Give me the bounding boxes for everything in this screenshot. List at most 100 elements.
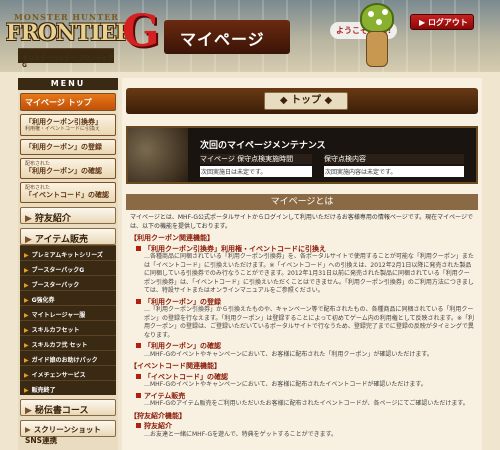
feature-title-text: 狩友紹介 [144,422,172,430]
maintenance-content-value: 次回実施内容は未定です。 [324,166,464,177]
main-content: ◆ トップ ◆ 次回のマイページメンテナンス マイページ 保守点検実施時間 保守… [122,78,482,450]
bullet-icon: ▶ [24,297,29,304]
content-title-bar: ◆ トップ ◆ [126,88,478,114]
game-logo[interactable]: MONSTER HUNTER FRONTIER G モンスターハンター フロンテ… [4,6,160,69]
subitem-label: プレミアムキットシリーズ [31,252,103,259]
bullet-icon: ▶ [24,387,29,394]
subitem-label: 販売終了 [31,387,56,394]
mushroom-hat [360,3,394,33]
site-header: MONSTER HUNTER FRONTIER G モンスターハンター フロンテ… [0,0,500,72]
feature-title[interactable]: 「利用クーポン」の確認 [136,342,474,351]
feature-title[interactable]: アイテム販売 [136,392,474,401]
event-check-title: 「イベントコード」の確認 [25,191,109,199]
feature-title[interactable]: 「イベントコード」の確認 [136,373,474,382]
sidebar-subitem[interactable]: ▶ G強化券 [20,290,116,305]
feature-description: …MHF-Gのイベントやキャンペーンにおいて、お客様に配布された「利用クーポン」… [144,350,433,358]
mascot-body [366,31,388,67]
bullet-icon: ▶ [24,357,29,364]
feature-title[interactable]: 「利用クーポン」の登録 [136,298,474,307]
diamond-icon: ◆ [279,95,288,106]
sidebar-item-mypage-top[interactable]: マイページ トップ [20,93,116,111]
sidebar-subitem[interactable]: ▶ マイトレージャー服 [20,305,116,320]
subitem-label: イメチェンサービス [31,372,86,379]
feature-description: …「利用クーポン引換券」から引換えたものや、キャンペーン等で配布されたもの、各種… [144,306,474,339]
chevron-right-icon: ▶ [25,235,32,245]
chevron-right-icon: ▶ [25,425,31,434]
sidebar-subitem[interactable]: ▶ 販売終了 [20,380,116,395]
square-bullet-icon [136,343,141,348]
secret-label: 秘伝書コース [34,406,89,416]
chevron-right-icon: ▶ [25,406,32,416]
content-title-text: トップ [291,95,321,106]
feature-description: …お友達と一緒にMHF-Gを遊んで、特典をゲットすることができます。 [144,430,338,438]
bullet-icon: ▶ [24,252,29,259]
maintenance-time-header: マイページ 保守点検実施時間 [200,154,312,164]
square-bullet-icon [136,392,141,398]
section-heading: 【利用クーポン関連機能】 [130,234,214,242]
subitem-label: G強化券 [31,297,55,304]
square-bullet-icon [136,423,141,428]
logo-sub-text: モンスターハンター フロンティアG [18,48,114,69]
feature-description: …MHF-Gのアイテム販売をご利用いただいたお客様に配布されたイベントコードが、… [144,400,469,407]
feature-description: …MHF-Gのイベントやキャンペーンにおいて、お客様に配布されたイベントコードが… [144,381,427,388]
maintenance-panel: 次回のマイページメンテナンス マイページ 保守点検実施時間 保守点検内容 次回実… [126,126,478,184]
sidebar-item-event-check[interactable]: 配布された 「イベントコード」の確認 [20,182,116,203]
coupon-exchange-subtitle: 利用権・イベントコードに引換え [25,126,101,132]
logout-arrow-icon: ▶ [419,18,428,27]
maintenance-content-header: 保守点検内容 [324,154,464,164]
sidebar-item-friend[interactable]: ▶ 狩友紹介 [20,207,116,224]
square-bullet-icon [136,373,141,379]
sidebar-subitem[interactable]: ▶ スキルカフセット [20,320,116,335]
coupon-exchange-title: 「利用クーポン引換券」 [25,118,102,126]
square-bullet-icon [136,298,141,304]
sidebar-item-secret[interactable]: ▶ 秘伝書コース [20,399,116,416]
square-bullet-icon [136,245,141,251]
about-section: マイページとは、MHF-G公式ポータルサイトからログインして利用いただけるお客様… [122,210,482,443]
sidebar-menu: MENU マイページ トップ 「利用クーポン引換券」 利用権・イベントコードに引… [18,78,118,450]
maintenance-title: 次回のマイページメンテナンス [200,141,326,151]
bullet-icon: ▶ [24,342,29,349]
sidebar-subitem[interactable]: ▶ ブースターパック [20,275,116,290]
sidebar-item-coupon-exchange[interactable]: 「利用クーポン引換券」 利用権・イベントコードに引換え [20,114,116,136]
about-header: マイページとは [126,194,478,210]
sidebar-item-coupon-register[interactable]: 「利用クーポン」の登録 [20,139,116,155]
subitem-label: ガイド娘のお助けパック [31,357,98,364]
chevron-right-icon: ▶ [25,214,32,224]
feature-title[interactable]: 狩友紹介 [136,422,474,431]
sidebar-subitem[interactable]: ▶ プレミアムキットシリーズ [20,245,116,260]
logout-button[interactable]: ▶ ログアウト [410,14,474,30]
maintenance-image [128,128,188,182]
feature-title-text: 「利用クーポン引換券」利用権・イベントコードに引換え [144,244,326,253]
section-heading: 【狩友紹介機能】 [130,411,186,420]
sidebar-item-sns[interactable]: ▶ スクリーンショットSNS連携 [20,420,116,445]
subitem-label: スキルカフ弐 セット [31,342,88,349]
sidebar-subitem[interactable]: ▶ ガイド娘のお助けパック [20,350,116,365]
sidebar-item-coupon-check[interactable]: 配布された 「利用クーポン」の確認 [20,158,116,179]
bullet-icon: ▶ [24,267,29,274]
bullet-icon: ▶ [24,312,29,319]
diamond-icon: ◆ [324,95,333,106]
feature-title-text: 「利用クーポン」の確認 [144,342,221,350]
sidebar-subitem[interactable]: ▶ スキルカフ弐 セット [20,335,116,350]
mascot-character-image [356,3,398,69]
page-title: マイページ [164,20,290,54]
bullet-icon: ▶ [24,372,29,379]
logout-label: ログアウト [427,18,468,27]
item-sale-label: アイテム販売 [34,235,89,245]
subitem-label: スキルカフセット [31,327,80,334]
subitem-label: ブースターパックG [31,267,85,274]
feature-description: …各種商品に同梱されている「利用クーポン引換券」を、各ポータルサイトで使用するこ… [144,253,474,294]
friend-label: 狩友紹介 [34,214,71,224]
coupon-check-title: 「利用クーポン」の確認 [25,167,102,175]
feature-title[interactable]: 「利用クーポン引換券」利用権・イベントコードに引換え [136,245,474,254]
content-title: ◆ トップ ◆ [264,92,348,110]
subitem-label: ブースターパック [31,282,80,289]
sidebar-subitem[interactable]: ▶ ブースターパックG [20,260,116,275]
logo-main-text: FRONTIER [6,20,134,46]
sns-label: スクリーンショットSNS連携 [25,425,101,445]
section-heading: 【イベントコード関連機能】 [130,362,221,370]
sidebar-subitem[interactable]: ▶ イメチェンサービス [20,365,116,380]
sidebar-item-item-sale[interactable]: ▶ アイテム販売 [20,228,116,245]
feature-title-text: 「利用クーポン」の登録 [144,297,221,306]
bullet-icon: ▶ [24,327,29,334]
